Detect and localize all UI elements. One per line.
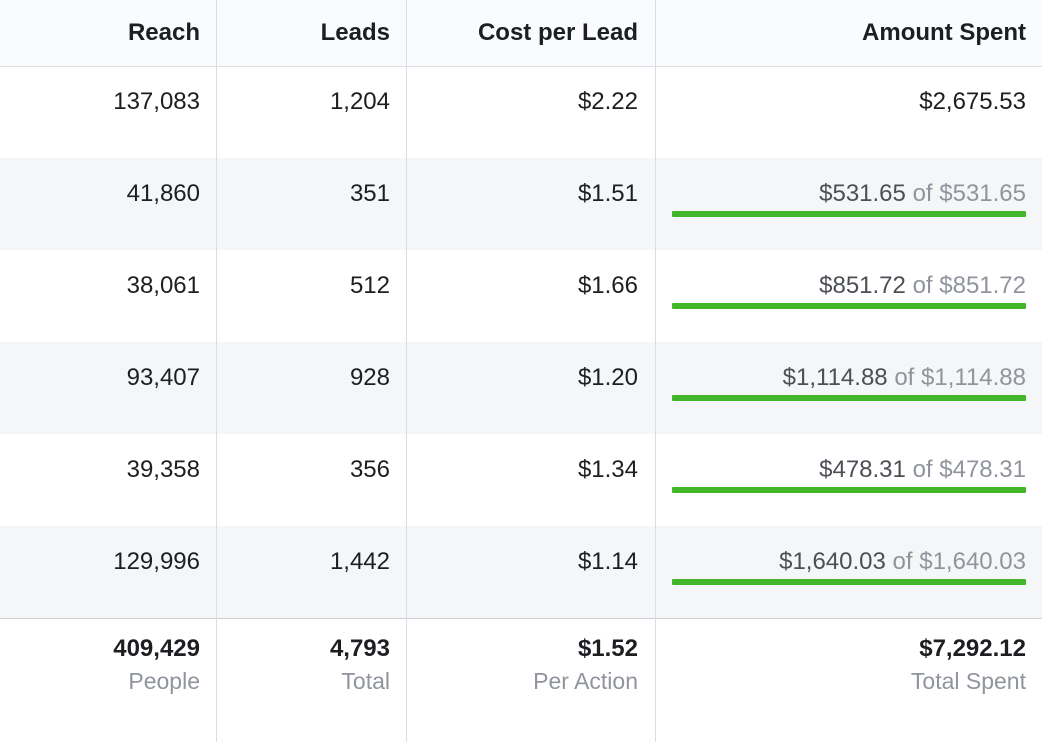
column-header-reach[interactable]: Reach	[0, 19, 200, 47]
budget-of-text: of $478.31	[912, 456, 1026, 483]
total-amount-spent-label: Total Spent	[910, 668, 1026, 694]
leads-cell: 356	[349, 456, 390, 483]
column-divider	[406, 0, 407, 742]
budget-of-text: of $531.65	[912, 180, 1026, 207]
cost-per-lead-cell: $2.22	[577, 88, 638, 115]
table-row[interactable]: 41,860 351 $1.51 $531.65 of $531.65	[0, 158, 1042, 250]
budget-progress-bar	[672, 211, 1026, 217]
reach-cell: 137,083	[113, 88, 200, 115]
budget-of-text: of $1,640.03	[892, 548, 1026, 575]
column-divider	[655, 0, 656, 742]
column-divider	[216, 0, 217, 742]
table-row[interactable]: 129,996 1,442 $1.14 $1,640.03 of $1,640.03	[0, 526, 1042, 618]
amount-spent-cell: $1,640.03 of $1,640.03	[656, 548, 1026, 576]
total-cost-per-lead-label: Per Action	[533, 668, 638, 694]
total-leads-label: Total	[341, 668, 390, 694]
amount-spent-value: $851.72	[819, 272, 906, 299]
amount-spent-cell: $2,675.53	[656, 88, 1026, 116]
table-header: Reach Leads Cost per Lead Amount Spent	[0, 0, 1042, 67]
table-totals-row: 409,429 People 4,793 Total $1.52 Per Act…	[0, 618, 1042, 743]
table-row[interactable]: 39,358 356 $1.34 $478.31 of $478.31	[0, 434, 1042, 526]
leads-cell: 1,204	[329, 88, 390, 115]
budget-progress-fill	[672, 211, 1026, 217]
amount-spent-cell: $478.31 of $478.31	[656, 456, 1026, 484]
table-row[interactable]: 137,083 1,204 $2.22 $2,675.53	[0, 66, 1042, 158]
amount-spent-value: $2,675.53	[919, 88, 1026, 115]
amount-spent-value: $1,640.03	[779, 548, 886, 575]
amount-spent-cell: $1,114.88 of $1,114.88	[656, 364, 1026, 392]
total-reach-label: People	[128, 668, 200, 694]
amount-spent-value: $1,114.88	[782, 364, 888, 391]
cost-per-lead-cell: $1.14	[577, 548, 638, 575]
ads-results-table: Reach Leads Cost per Lead Amount Spent 1…	[0, 0, 1042, 742]
leads-cell: 512	[349, 272, 390, 299]
cost-per-lead-cell: $1.20	[577, 364, 638, 391]
budget-progress-bar	[672, 579, 1026, 585]
budget-of-text: of $1,114.88	[894, 364, 1026, 391]
reach-cell: 93,407	[126, 364, 200, 391]
total-leads-value: 4,793	[329, 635, 390, 662]
total-amount-spent-value: $7,292.12	[919, 635, 1026, 662]
amount-spent-value: $531.65	[819, 180, 906, 207]
leads-cell: 1,442	[329, 548, 390, 575]
cost-per-lead-cell: $1.51	[577, 180, 638, 207]
budget-progress-bar	[672, 303, 1026, 309]
reach-cell: 129,996	[113, 548, 200, 575]
leads-cell: 928	[349, 364, 390, 391]
column-header-amount-spent[interactable]: Amount Spent	[656, 19, 1026, 47]
reach-cell: 41,860	[126, 180, 200, 207]
budget-progress-bar	[672, 487, 1026, 493]
cost-per-lead-cell: $1.34	[577, 456, 638, 483]
amount-spent-cell: $851.72 of $851.72	[656, 272, 1026, 300]
total-reach-value: 409,429	[113, 635, 200, 662]
leads-cell: 351	[349, 180, 390, 207]
column-header-cost-per-lead[interactable]: Cost per Lead	[407, 19, 638, 47]
reach-cell: 38,061	[126, 272, 200, 299]
amount-spent-cell: $531.65 of $531.65	[656, 180, 1026, 208]
table-row[interactable]: 93,407 928 $1.20 $1,114.88 of $1,114.88	[0, 342, 1042, 434]
cost-per-lead-cell: $1.66	[577, 272, 638, 299]
amount-spent-value: $478.31	[819, 456, 906, 483]
budget-of-text: of $851.72	[912, 272, 1026, 299]
total-cost-per-lead-value: $1.52	[577, 635, 638, 662]
budget-progress-fill	[672, 487, 1026, 493]
budget-progress-fill	[672, 303, 1026, 309]
column-header-leads[interactable]: Leads	[217, 19, 390, 47]
budget-progress-fill	[672, 395, 1026, 401]
budget-progress-bar	[672, 395, 1026, 401]
table-row[interactable]: 38,061 512 $1.66 $851.72 of $851.72	[0, 250, 1042, 342]
budget-progress-fill	[672, 579, 1026, 585]
reach-cell: 39,358	[126, 456, 200, 483]
